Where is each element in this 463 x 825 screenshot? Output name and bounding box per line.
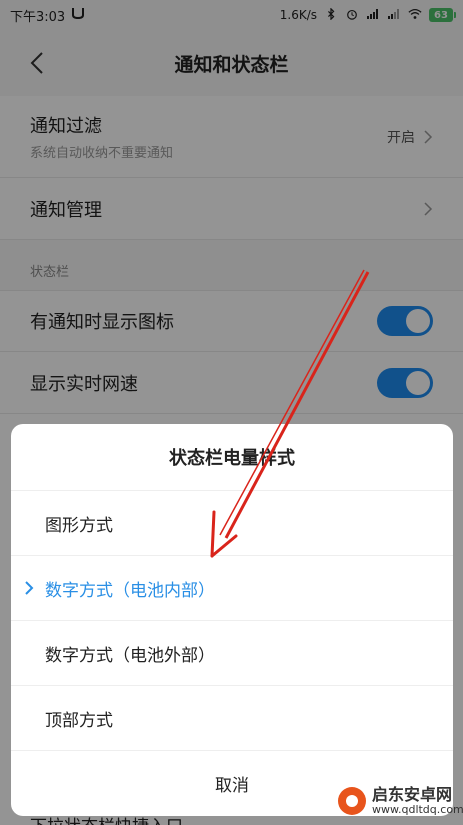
watermark-title: 启东安卓网	[372, 785, 453, 804]
watermark-url: www.qdltdq.com	[372, 802, 463, 816]
option-label: 数字方式（电池内部）	[45, 580, 215, 601]
option-graphic[interactable]: 图形方式	[11, 490, 453, 555]
option-label: 数字方式（电池外部）	[45, 645, 215, 666]
option-number-inside[interactable]: 数字方式（电池内部）	[11, 555, 453, 620]
battery-style-dialog: 状态栏电量样式 图形方式 数字方式（电池内部） 数字方式（电池外部） 顶部方式 …	[11, 424, 453, 816]
option-label: 顶部方式	[45, 710, 113, 731]
watermark: 启东安卓网 www.qdltdq.com	[338, 786, 463, 816]
dialog-title: 状态栏电量样式	[169, 448, 295, 469]
watermark-logo-icon	[338, 786, 366, 815]
option-number-outside[interactable]: 数字方式（电池外部）	[11, 620, 453, 685]
option-label: 图形方式	[45, 515, 113, 536]
selected-chevron-icon	[25, 581, 34, 595]
option-top[interactable]: 顶部方式	[11, 685, 453, 750]
